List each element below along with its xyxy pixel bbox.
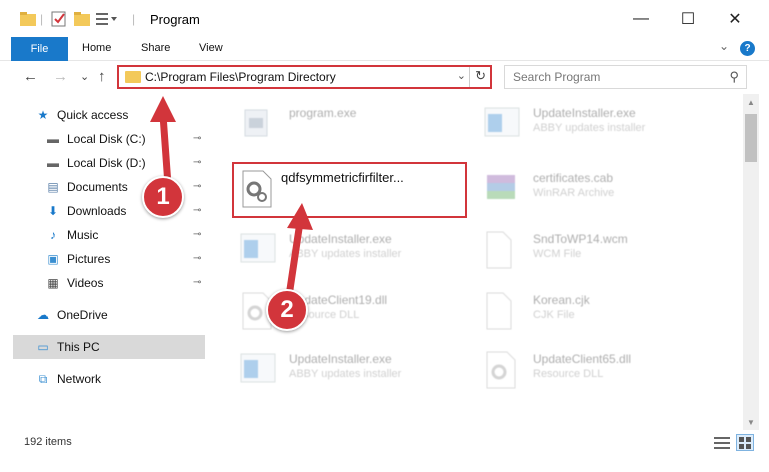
- annotation-arrows: [150, 96, 313, 300]
- step-1-badge: 1: [142, 176, 184, 218]
- step-2-badge: 2: [266, 289, 308, 331]
